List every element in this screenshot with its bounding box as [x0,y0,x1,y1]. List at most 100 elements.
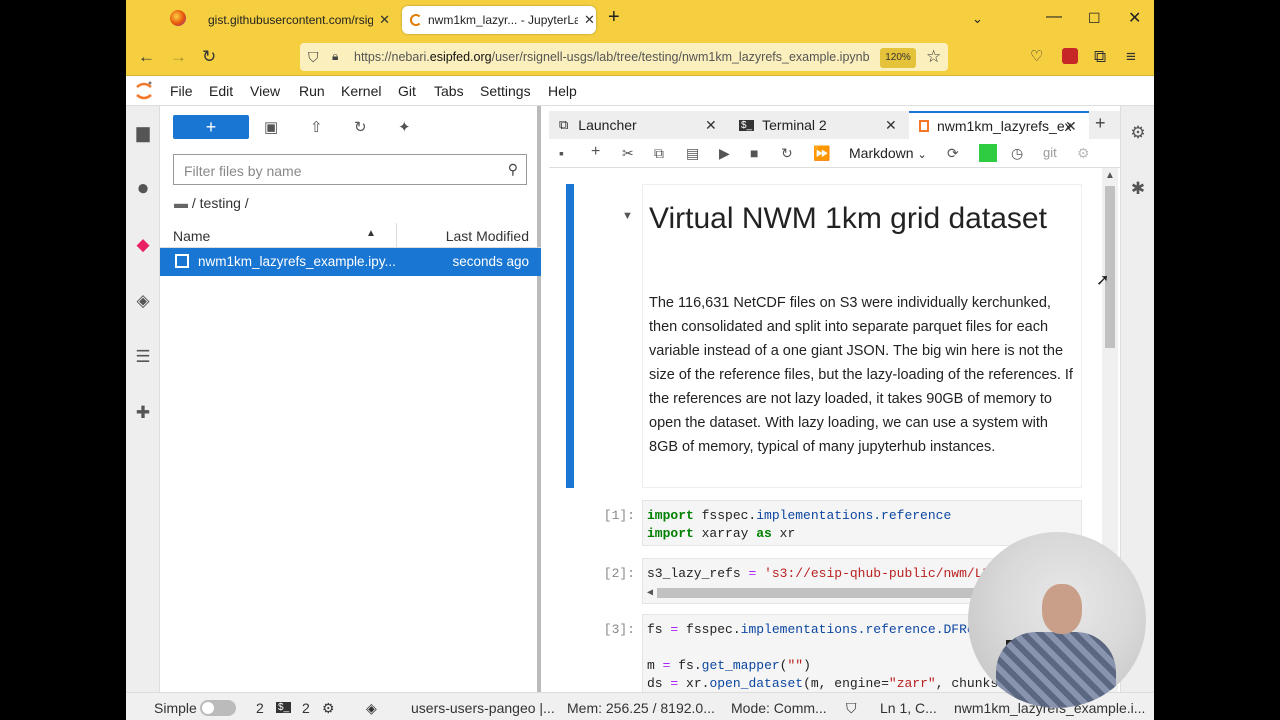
tab-launcher[interactable]: ⧉ Launcher ✕ [549,111,725,139]
horizontal-scrollbar[interactable] [657,588,987,598]
extension-manager-icon[interactable]: ✚ [132,402,154,424]
cell-prompt: [1]: [603,508,635,523]
menu-view[interactable]: View [250,83,280,99]
file-row[interactable]: nwm1km_lazyrefs_example.ipy... seconds a… [160,248,541,276]
code-string: 's3://esip-qhub-public/nwm/LD [764,566,991,581]
browser-tab-jupyterlab[interactable]: nwm1km_lazyr... - JupyterLab ✕ [402,6,596,34]
kernel-count[interactable]: 2 [256,700,264,716]
menu-run[interactable]: Run [299,83,325,99]
menu-git[interactable]: Git [398,83,416,99]
cut-icon[interactable]: ✂ [622,145,634,162]
cell-type-value: Markdown [849,145,914,161]
breadcrumb[interactable]: ▬ / testing / [174,195,249,211]
markdown-cell[interactable]: Virtual NWM 1km grid dataset The 116,631… [642,184,1082,488]
folder-icon[interactable]: ▆ [132,122,154,144]
scroll-up-icon[interactable]: ▲ [1105,170,1115,181]
upload-icon[interactable]: ⇧ [310,118,323,136]
git-icon[interactable]: ◈ [132,290,154,312]
menu-edit[interactable]: Edit [209,83,233,99]
run-icon[interactable]: ▶ [719,145,730,162]
code-cell[interactable]: import fsspec.implementations.reference … [642,500,1082,546]
close-window-icon[interactable]: ✕ [1128,8,1141,28]
menu-file[interactable]: File [170,83,193,99]
bookmark-star-icon[interactable]: ☆ [926,47,941,67]
shield-icon[interactable]: ⛉ [308,49,319,66]
git-label[interactable]: git [1043,145,1057,160]
new-tab-button[interactable]: + [608,6,620,29]
paste-icon[interactable]: ▤ [686,145,699,162]
url-bar[interactable]: ⛉ 🔒︎ https://nebari.esipfed.org/user/rsi… [300,43,948,71]
save-icon[interactable]: ▪ [559,145,564,161]
refresh-icon[interactable]: ↻ [354,118,367,136]
browser-tab-gist[interactable]: gist.githubusercontent.com/rsignell ✕ [200,6,390,34]
browser-tab-title: gist.githubusercontent.com/rsignell [208,13,374,27]
sync-icon[interactable]: ⟳ [947,145,959,162]
git-branch-icon: ◈ [366,700,377,716]
pocket-icon[interactable]: ♡ [1030,47,1043,65]
cell-type-select[interactable]: Markdown ⌄ [849,145,927,161]
scroll-left-icon[interactable]: ◀ [647,588,653,599]
extension-cube-icon[interactable]: ◆ [132,234,154,256]
lock-icon[interactable]: 🔒︎ [332,49,338,64]
sort-ascending-icon[interactable]: ▲ [366,228,376,239]
tab-label: nwm1km_lazyrefs_ex [937,118,1071,134]
running-kernels-icon[interactable]: ⏺ [132,178,154,200]
extension-settings-icon[interactable]: ⚙ [322,700,335,717]
new-launcher-button[interactable]: + [173,115,249,139]
menu-kernel[interactable]: Kernel [341,83,381,99]
git-branch[interactable]: users-users-pangeo |... [411,700,555,716]
copy-icon[interactable]: ⧉ [654,145,664,162]
run-all-icon[interactable]: ⏩ [813,145,830,162]
debugger-bug-icon[interactable]: ✱ [1127,178,1149,200]
code-function: implementations.reference.DFRe [740,622,975,637]
insert-cell-icon[interactable]: + [591,143,600,161]
column-name-header[interactable]: Name [173,228,210,244]
kernel-status-icon: ⚙ [1077,145,1090,161]
menu-icon[interactable]: ≡ [1126,47,1136,67]
tab-terminal[interactable]: $_ Terminal 2 ✕ [729,111,905,139]
close-icon[interactable]: ✕ [885,117,897,134]
git-clone-icon[interactable]: ✦ [398,118,411,136]
property-inspector-gear-icon[interactable]: ⚙ [1127,122,1149,144]
column-modified-header[interactable]: Last Modified [446,228,529,244]
menu-help[interactable]: Help [548,83,577,99]
column-divider [396,223,397,248]
reload-icon[interactable]: ↻ [202,47,216,67]
code-string: "zarr" [888,676,936,691]
clock-icon[interactable]: ◷ [1011,145,1023,162]
code-operator: = [662,658,671,673]
add-tab-button[interactable]: + [1095,113,1106,134]
close-icon[interactable]: ✕ [379,12,390,28]
maximize-icon[interactable]: ☐ [1088,10,1101,27]
tab-notebook[interactable]: nwm1km_lazyrefs_ex ✕ [909,111,1089,139]
firefox-icon [170,10,186,26]
close-icon[interactable]: ✕ [705,117,717,134]
collapse-heading-icon[interactable]: ▼ [622,210,633,222]
scrollbar-thumb[interactable] [1105,186,1115,348]
active-cell-indicator[interactable] [566,184,574,488]
file-filter-input[interactable]: Filter files by name ⚲ [173,154,527,185]
minimize-icon[interactable]: — [1046,8,1062,26]
close-icon[interactable]: ✕ [1065,118,1077,135]
zoom-level[interactable]: 120% [880,48,916,68]
tab-list-icon[interactable]: ⌄ [972,11,983,27]
back-icon[interactable]: ← [138,47,155,67]
loading-icon [410,14,422,26]
trusted-shield-icon[interactable]: ⛉ [846,700,857,717]
menu-tabs[interactable]: Tabs [434,83,464,99]
stop-icon[interactable]: ■ [750,145,758,161]
terminal-count[interactable]: 2 [302,700,310,716]
close-icon[interactable]: ✕ [584,12,595,28]
simple-mode-toggle[interactable] [200,700,236,716]
extensions-icon[interactable]: ⧉ [1094,47,1106,67]
mouse-cursor-icon: ➚ [1096,272,1110,289]
table-of-contents-icon[interactable]: ☰ [132,346,154,368]
extension-badge-icon[interactable] [1062,48,1078,64]
cursor-position[interactable]: Ln 1, C... [880,700,937,716]
menu-settings[interactable]: Settings [480,83,531,99]
url-prefix: https://nebari. [354,50,430,64]
new-folder-icon[interactable]: ▣ [264,118,278,136]
forward-icon[interactable]: → [170,47,187,67]
restart-icon[interactable]: ↻ [781,145,793,162]
property-inspector-icon[interactable] [979,144,997,162]
